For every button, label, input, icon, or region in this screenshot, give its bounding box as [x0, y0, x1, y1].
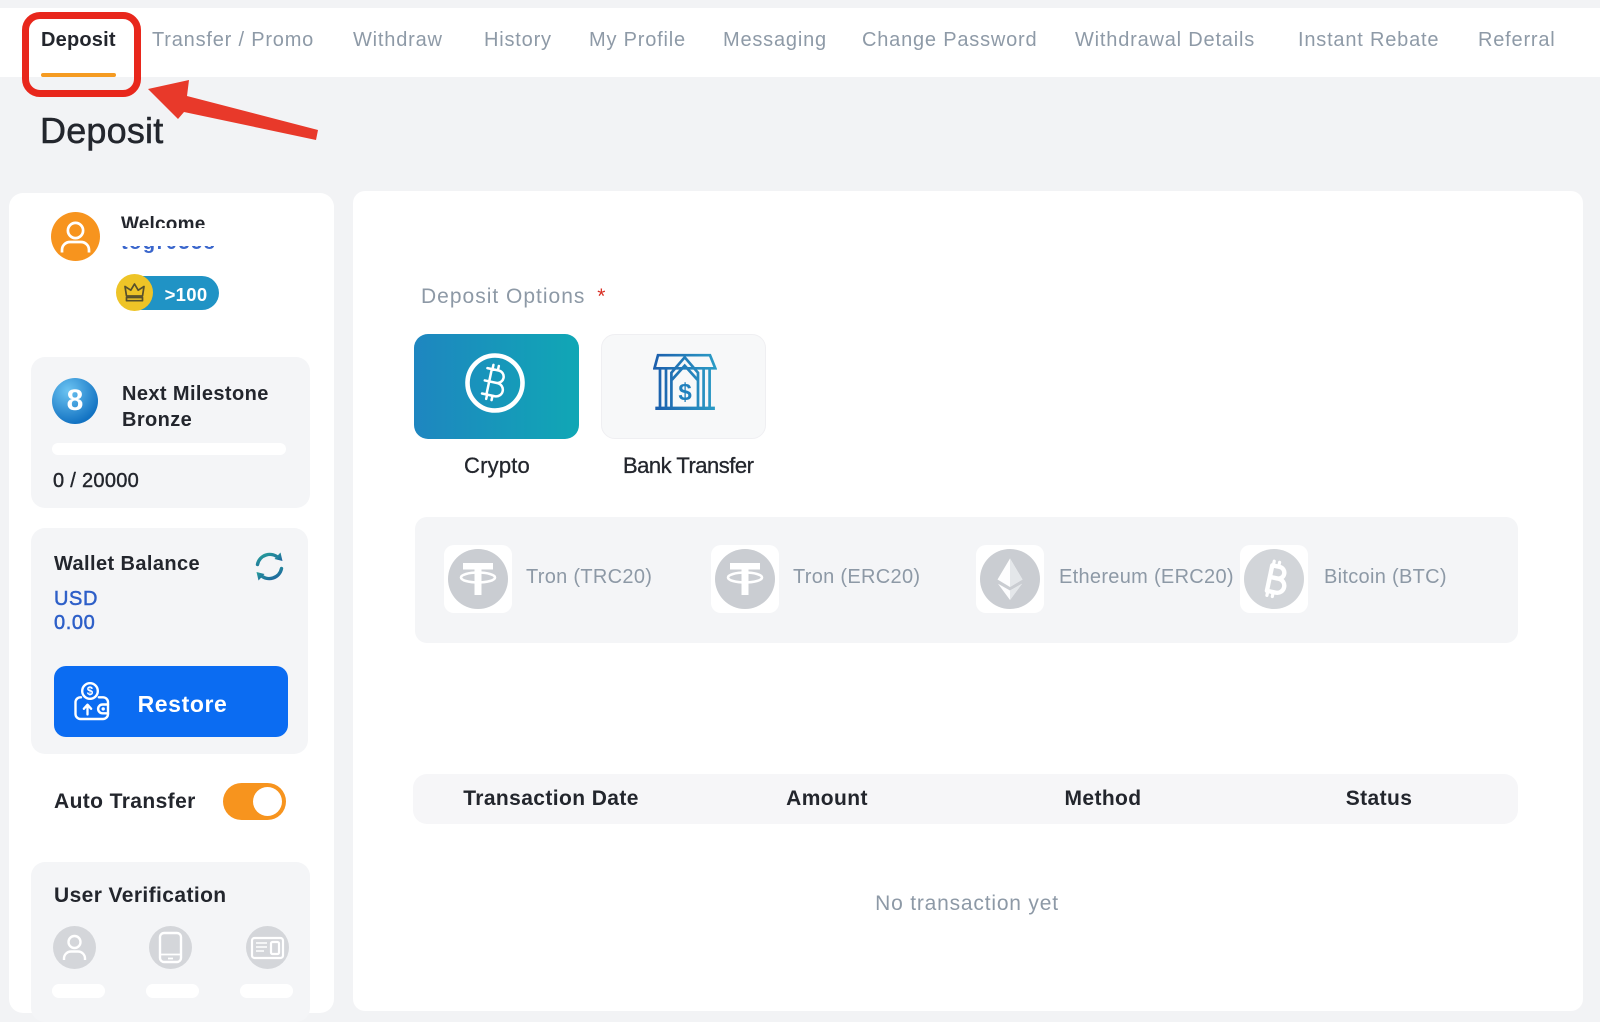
svg-text:$: $ — [678, 379, 692, 406]
svg-text:$: $ — [87, 686, 94, 698]
